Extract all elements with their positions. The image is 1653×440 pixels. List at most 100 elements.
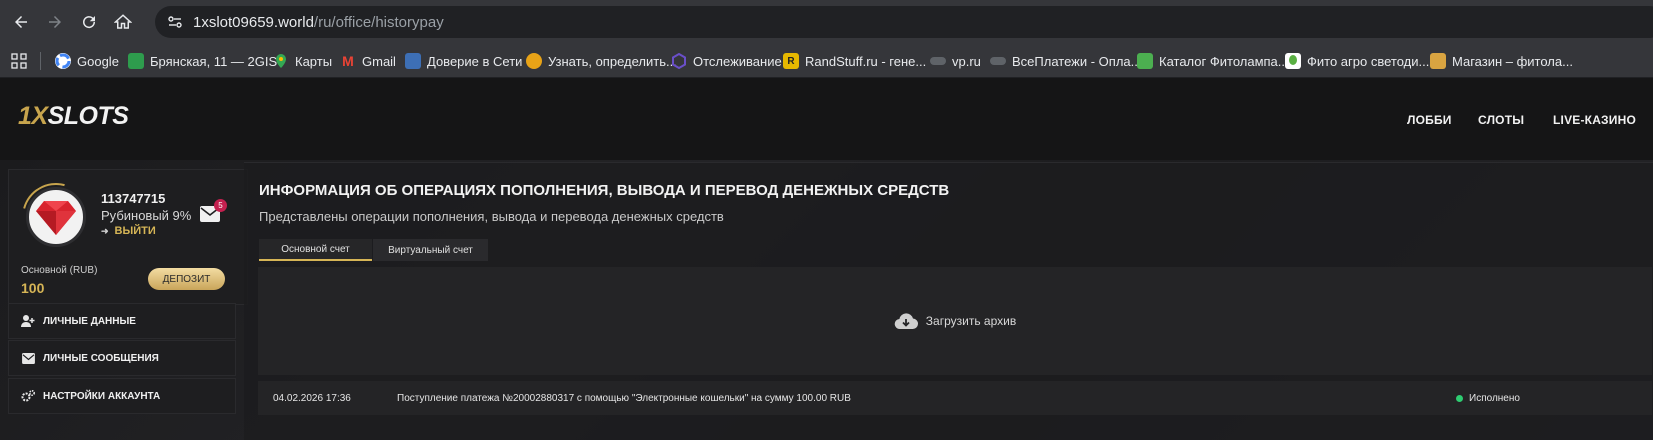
bookmark-5[interactable]: Узнать, определить... bbox=[526, 52, 677, 70]
google-icon bbox=[55, 53, 71, 69]
reload-button[interactable] bbox=[77, 10, 101, 34]
back-button[interactable] bbox=[9, 10, 33, 34]
user-id: 113747715 bbox=[101, 191, 166, 206]
forward-button[interactable] bbox=[43, 10, 67, 34]
envelope-icon bbox=[21, 351, 35, 365]
bookmark-0[interactable]: Google bbox=[55, 52, 119, 70]
apps-grid-icon[interactable] bbox=[11, 53, 27, 69]
account-balance: 100 bbox=[21, 280, 45, 296]
bookmark-label: RandStuff.ru - гене... bbox=[805, 53, 927, 69]
randstuff-icon: R bbox=[783, 53, 799, 69]
toggle-icon bbox=[930, 57, 946, 65]
menu-label: ЛИЧНЫЕ ДАННЫЕ bbox=[43, 315, 136, 327]
url-host: 1xslot09659.world bbox=[193, 14, 314, 31]
url-text[interactable]: 1xslot09659.world/ru/office/historypay bbox=[193, 14, 444, 31]
toggle-icon bbox=[990, 57, 1006, 65]
bookmark-label: Брянская, 11 — 2GIS bbox=[150, 53, 278, 69]
logo-prefix: 1X bbox=[18, 102, 48, 130]
bookmark-8[interactable]: vp.ru bbox=[930, 52, 981, 70]
bookmark-2[interactable]: Карты bbox=[273, 52, 332, 70]
page-title: ИНФОРМАЦИЯ ОБ ОПЕРАЦИЯХ ПОПОЛНЕНИЯ, ВЫВО… bbox=[259, 182, 950, 199]
url-path: /ru/office/historypay bbox=[313, 14, 444, 31]
tracking-icon bbox=[671, 53, 687, 69]
page-subtitle: Представлены операции пополнения, вывода… bbox=[259, 209, 724, 224]
bookmark-label: ВсеПлатежи - Опла... bbox=[1012, 53, 1142, 69]
nav-live-casino[interactable]: LIVE-КАЗИНО bbox=[1553, 113, 1636, 127]
cloud-download-icon bbox=[894, 313, 918, 330]
bookmarks-divider bbox=[40, 52, 41, 70]
menu-label: НАСТРОЙКИ АККАУНТА bbox=[43, 390, 161, 402]
avatar bbox=[26, 187, 86, 247]
bookmark-label: Карты bbox=[295, 53, 333, 69]
catalog-icon bbox=[1137, 53, 1153, 69]
menu-personal-data[interactable]: ЛИЧНЫЕ ДАННЫЕ bbox=[8, 303, 236, 339]
site-header: 1XSLOTS ЛОББИ СЛОТЫ LIVE-КАЗИНО bbox=[0, 78, 1653, 160]
download-archive-label: Загрузить архив bbox=[925, 314, 1017, 328]
home-button[interactable] bbox=[111, 10, 135, 34]
profile-card: 113747715 Рубиновый 9% ➜ ВЫЙТИ 5 Основной… bbox=[8, 169, 248, 305]
bookmark-4[interactable]: Доверие в Сети bbox=[405, 52, 522, 70]
bookmark-10[interactable]: Каталог Фитолампа... bbox=[1137, 52, 1289, 70]
nav-lobby[interactable]: ЛОББИ bbox=[1407, 113, 1452, 127]
bookmark-7[interactable]: R RandStuff.ru - гене... bbox=[783, 52, 926, 70]
bookmark-label: Google bbox=[77, 53, 119, 69]
bookmark-label: vp.ru bbox=[952, 53, 981, 69]
logout-label: ВЫЙТИ bbox=[114, 225, 156, 237]
gmail-icon: M bbox=[342, 53, 354, 69]
home-icon bbox=[114, 14, 132, 29]
table-row: 04.02.2026 17:36 Поступление платежа №20… bbox=[258, 381, 1652, 415]
address-bar[interactable]: 1xslot09659.world/ru/office/historypay bbox=[155, 6, 1653, 38]
download-archive-button[interactable]: Загрузить архив bbox=[894, 311, 1016, 331]
logo-suffix: SLOTS bbox=[47, 102, 129, 130]
arrow-left-icon bbox=[15, 16, 27, 28]
shop-icon bbox=[1430, 53, 1446, 69]
transaction-description: Поступление платежа №20002880317 с помощ… bbox=[397, 393, 851, 404]
mail-count-badge: 5 bbox=[214, 199, 227, 212]
bookmark-3[interactable]: M Gmail bbox=[340, 52, 396, 70]
transaction-status: Исполнено bbox=[1456, 393, 1520, 404]
site-page: 1XSLOTS ЛОББИ СЛОТЫ LIVE-КАЗИНО 11374771… bbox=[0, 78, 1653, 440]
bookmark-label: Каталог Фитолампа... bbox=[1159, 53, 1289, 69]
logout-icon: ➜ bbox=[101, 225, 109, 236]
bookmark-label: Узнать, определить... bbox=[548, 53, 677, 69]
bookmark-9[interactable]: ВсеПлатежи - Опла... bbox=[990, 52, 1141, 70]
bookmark-12[interactable]: Магазин – фитола... bbox=[1430, 52, 1573, 70]
logout-link[interactable]: ➜ ВЫЙТИ bbox=[101, 225, 156, 237]
reload-icon bbox=[83, 16, 96, 29]
bookmark-label: Фито агро светоди... bbox=[1307, 53, 1430, 69]
tab-main-account[interactable]: Основной счет bbox=[259, 239, 372, 261]
history-panel: ИНФОРМАЦИЯ ОБ ОПЕРАЦИЯХ ПОПОЛНЕНИЯ, ВЫВО… bbox=[244, 162, 1653, 440]
gears-icon bbox=[21, 389, 35, 403]
bookmark-label: Доверие в Сети bbox=[427, 53, 523, 69]
bookmarks-bar: Google Брянская, 11 — 2GIS Карты M Gmail… bbox=[0, 44, 1653, 78]
account-label: Основной (RUB) bbox=[21, 265, 98, 276]
nav-slots[interactable]: СЛОТЫ bbox=[1478, 113, 1524, 127]
site-settings-icon[interactable] bbox=[167, 14, 183, 30]
bookmark-label: Магазин – фитола... bbox=[1452, 53, 1573, 69]
site-logo[interactable]: 1XSLOTS bbox=[18, 102, 129, 131]
deposit-button[interactable]: ДЕПОЗИТ bbox=[148, 268, 225, 290]
bookmark-1[interactable]: Брянская, 11 — 2GIS bbox=[128, 52, 277, 70]
trust-icon bbox=[405, 53, 421, 69]
plant-icon bbox=[1285, 53, 1301, 69]
2gis-icon bbox=[128, 53, 144, 69]
status-dot-icon bbox=[1456, 395, 1463, 402]
browser-toolbar: 1xslot09659.world/ru/office/historypay bbox=[0, 0, 1653, 44]
bookmark-label: Отслеживание bbox=[693, 53, 782, 69]
tab-virtual-account[interactable]: Виртуальный счет bbox=[373, 239, 488, 261]
transaction-datetime: 04.02.2026 17:36 bbox=[273, 393, 351, 404]
download-archive-area[interactable]: Загрузить архив bbox=[258, 267, 1652, 375]
bookmark-11[interactable]: Фито агро светоди... bbox=[1285, 52, 1429, 70]
user-level: Рубиновый 9% bbox=[101, 208, 192, 223]
arrow-right-icon bbox=[49, 16, 61, 28]
bookmark-6[interactable]: Отслеживание bbox=[671, 52, 782, 70]
menu-label: ЛИЧНЫЕ СООБЩЕНИЯ bbox=[43, 352, 159, 364]
bookmark-label: Gmail bbox=[362, 53, 396, 69]
menu-personal-messages[interactable]: ЛИЧНЫЕ СООБЩЕНИЯ bbox=[8, 340, 236, 376]
status-label: Исполнено bbox=[1469, 393, 1520, 404]
user-plus-icon bbox=[21, 314, 35, 328]
menu-account-settings[interactable]: НАСТРОЙКИ АККАУНТА bbox=[8, 378, 236, 414]
maps-pin-icon bbox=[273, 53, 289, 69]
find-icon bbox=[526, 53, 542, 69]
ruby-gem-icon bbox=[36, 201, 76, 235]
